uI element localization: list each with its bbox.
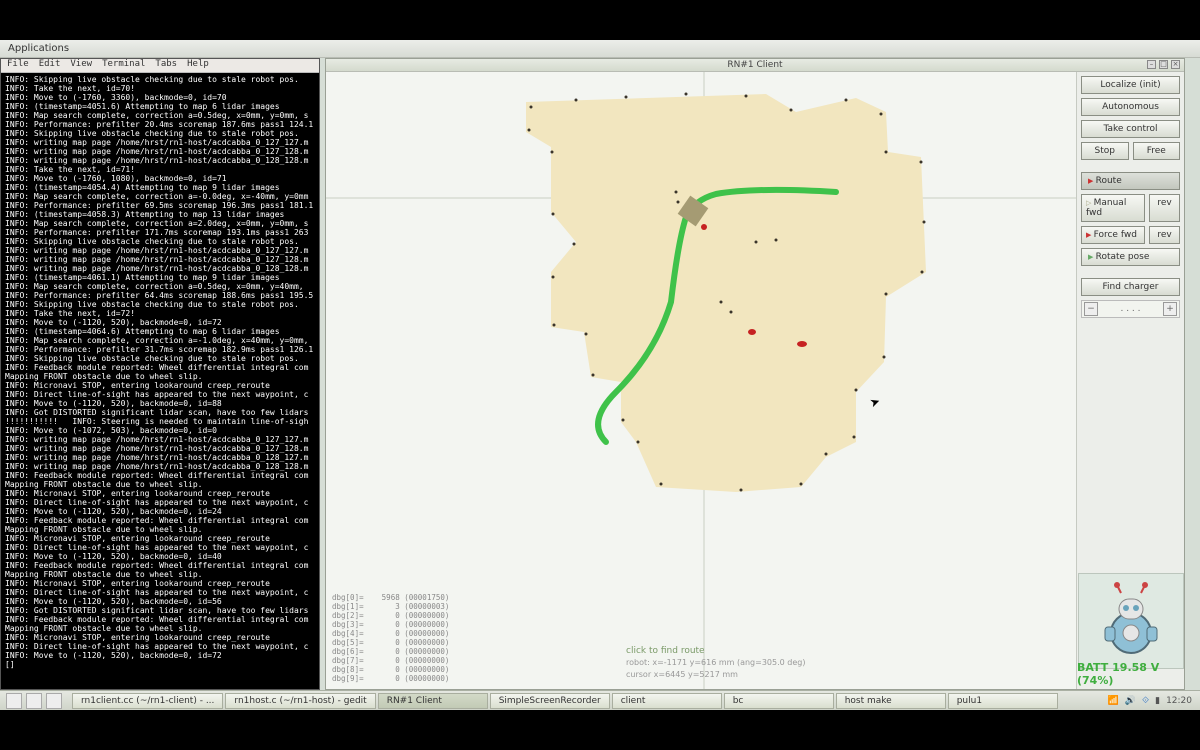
rn1-client-window: RN#1 Client – □ × (325, 58, 1185, 690)
tray-battery-icon[interactable]: ▮ (1155, 696, 1160, 706)
localize-button[interactable]: Localize (init) (1081, 76, 1180, 94)
robot-mascot (1078, 573, 1184, 669)
taskbar-tasks: rn1client.cc (~/rn1-client) - ...rn1host… (68, 693, 1100, 709)
launcher-2[interactable] (26, 693, 42, 709)
terminal-menu-view[interactable]: View (70, 60, 92, 71)
client-titlebar[interactable]: RN#1 Client – □ × (326, 59, 1184, 72)
zoom-mid: . . . . (1120, 304, 1140, 314)
taskbar-task[interactable]: SimpleScreenRecorder (490, 693, 610, 709)
status-cursor-pos: cursor x=6445 y=5217 mm (626, 669, 805, 681)
desktop-top-panel: Applications (0, 40, 1200, 58)
force-fwd-button[interactable]: Force fwd (1081, 226, 1145, 244)
terminal-output[interactable]: INFO: Skipping live obstacle checking du… (1, 73, 319, 689)
terminal-menu-file[interactable]: File (7, 60, 29, 71)
tray-volume-icon[interactable]: 🔊 (1125, 696, 1136, 706)
manual-rev-button[interactable]: rev (1149, 194, 1180, 222)
minimize-button[interactable]: – (1147, 60, 1156, 69)
find-charger-button[interactable]: Find charger (1081, 278, 1180, 296)
terminal-menubar[interactable]: File Edit View Terminal Tabs Help (1, 59, 319, 73)
clock[interactable]: 12:20 (1166, 696, 1192, 706)
terminal-menu-help[interactable]: Help (187, 60, 209, 71)
status-hint: click to find route (626, 645, 805, 657)
taskbar-task[interactable]: rn1client.cc (~/rn1-client) - ... (72, 693, 223, 709)
taskbar-task[interactable]: pulu1 (948, 693, 1058, 709)
terminal-menu-terminal[interactable]: Terminal (102, 60, 145, 71)
taskbar: rn1client.cc (~/rn1-client) - ...rn1host… (0, 690, 1200, 710)
taskbar-task[interactable]: rn1host.c (~/rn1-host) - gedit (225, 693, 375, 709)
map-explored-region (526, 94, 926, 492)
free-button[interactable]: Free (1133, 142, 1181, 160)
debug-readout: dbg[0]= 5968 (00001750) dbg[1]= 3 (00000… (332, 593, 449, 683)
manual-fwd-button[interactable]: Manual fwd (1081, 194, 1145, 222)
autonomous-button[interactable]: Autonomous (1081, 98, 1180, 116)
map-canvas[interactable]: dbg[0]= 5968 (00001750) dbg[1]= 3 (00000… (326, 72, 1076, 689)
rotate-pose-button[interactable]: Rotate pose (1081, 248, 1180, 266)
robot-icon (1091, 581, 1171, 661)
zoom-control: − . . . . + (1081, 300, 1180, 318)
terminal-menu-tabs[interactable]: Tabs (155, 60, 177, 71)
taskbar-task[interactable]: client (612, 693, 722, 709)
taskbar-task[interactable]: RN#1 Client (378, 693, 488, 709)
force-rev-button[interactable]: rev (1149, 226, 1180, 244)
close-button[interactable]: × (1171, 60, 1180, 69)
maximize-button[interactable]: □ (1159, 60, 1168, 69)
battery-readout: BATT 19.58 V (74%) (1077, 661, 1180, 687)
side-panel: Localize (init) Autonomous Take control … (1076, 72, 1184, 689)
zoom-out-button[interactable]: − (1084, 302, 1098, 316)
tray-network-icon[interactable]: 📶 (1108, 696, 1119, 706)
applications-menu[interactable]: Applications (8, 43, 69, 54)
terminal-menu-edit[interactable]: Edit (39, 60, 61, 71)
letterbox-top (0, 0, 1200, 40)
status-robot-pose: robot: x=-1171 y=616 mm (ang=305.0 deg) (626, 657, 805, 669)
stop-button[interactable]: Stop (1081, 142, 1129, 160)
taskbar-task[interactable]: bc (724, 693, 834, 709)
taskbar-launchers (0, 693, 68, 709)
map-status: click to find route robot: x=-1171 y=616… (626, 645, 805, 681)
zoom-in-button[interactable]: + (1163, 302, 1177, 316)
route-button[interactable]: Route (1081, 172, 1180, 190)
tray-bluetooth-icon[interactable]: ⟐ (1142, 696, 1149, 706)
launcher-1[interactable] (6, 693, 22, 709)
desktop: Applications File Edit View Terminal Tab… (0, 40, 1200, 710)
client-title-text: RN#1 Client (727, 60, 782, 70)
terminal-window: File Edit View Terminal Tabs Help INFO: … (0, 58, 320, 690)
taskbar-task[interactable]: host make (836, 693, 946, 709)
system-tray: 📶 🔊 ⟐ ▮ 12:20 (1100, 696, 1200, 706)
letterbox-bottom (0, 710, 1200, 750)
launcher-3[interactable] (46, 693, 62, 709)
take-control-button[interactable]: Take control (1081, 120, 1180, 138)
